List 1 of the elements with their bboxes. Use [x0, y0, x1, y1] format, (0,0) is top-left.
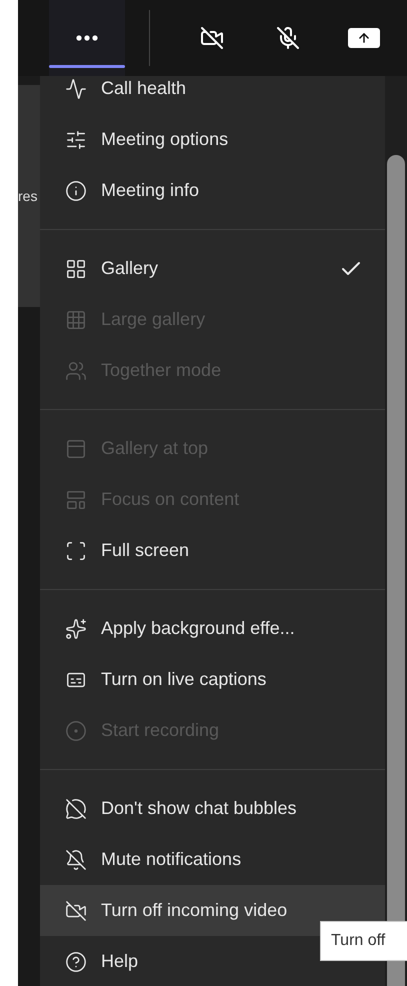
panel-text: res — [18, 186, 38, 206]
